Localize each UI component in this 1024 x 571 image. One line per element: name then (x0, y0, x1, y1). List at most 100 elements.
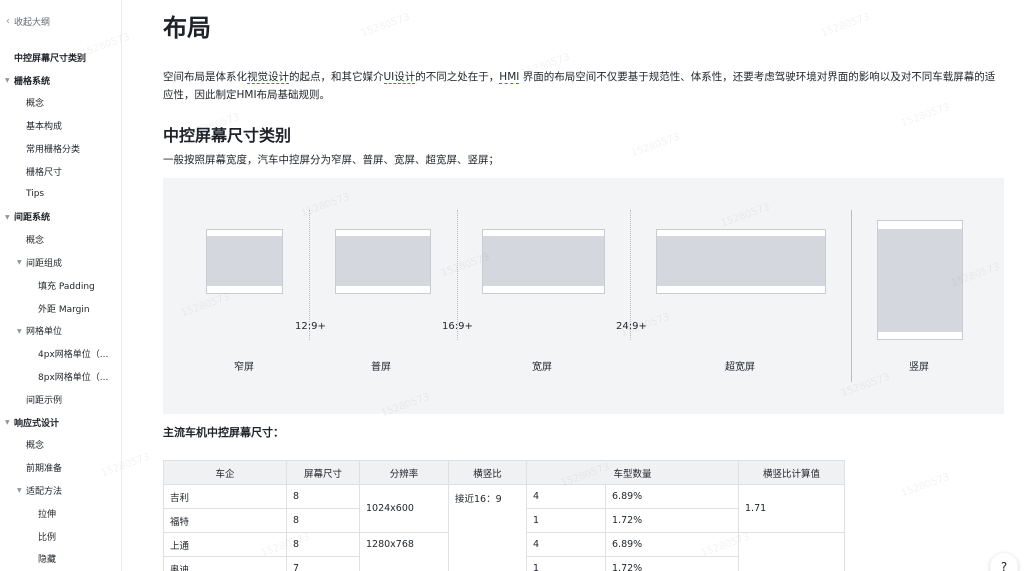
outline-item-label: 中控屏幕尺寸类别 (14, 53, 87, 64)
table-header-cell: 屏幕尺寸 (286, 460, 360, 485)
outline-item[interactable]: 间距示例 (26, 391, 62, 407)
caret-down-icon[interactable]: ▼ (17, 487, 22, 494)
question-icon: ? (1000, 560, 1008, 571)
outline-item[interactable]: 8px网格单位（... (38, 368, 108, 384)
outline-item[interactable]: 比例 (38, 528, 56, 544)
section-description: 一般按照屏幕宽度，汽车中控屏分为窄屏、普屏、宽屏、超宽屏、竖屏； (163, 154, 499, 166)
outline-item-label: 概念 (26, 99, 45, 110)
collapse-outline-label: 收起大纲 (14, 18, 51, 28)
caption-ultra-wide: 超宽屏 (725, 362, 755, 373)
help-button[interactable]: ? (990, 553, 1018, 571)
table-cell: 4 (526, 532, 606, 557)
table-cell: 上通 (163, 532, 287, 557)
outline-item[interactable]: 隐藏 (38, 551, 56, 567)
outline-item[interactable]: 基本构成 (26, 118, 62, 134)
outline-item[interactable]: 概念 (26, 95, 44, 111)
intro-text: 的起点，和其它媒介 (289, 71, 384, 83)
outline-item-label: 外距 Margin (38, 304, 90, 315)
table-cell: 1 (526, 556, 606, 571)
caret-down-icon[interactable]: ▼ (5, 77, 10, 84)
outline-item-label: Tips (26, 189, 45, 199)
watermark-text: 15280573 (899, 101, 952, 130)
caret-down-icon[interactable]: ▼ (17, 259, 22, 266)
vertical-screen-shape (877, 220, 963, 340)
table-header-cell: 分辨率 (359, 460, 449, 485)
watermark-text: 15280573 (899, 471, 952, 500)
outline-item-label: 前期准备 (26, 464, 63, 475)
outline-item[interactable]: 中控屏幕尺寸类别 (14, 49, 86, 65)
outline-item[interactable]: 外距 Margin (38, 300, 90, 316)
table-cell: 1.72% (605, 508, 739, 533)
outline-item-label: 间距示例 (26, 395, 63, 406)
caret-down-icon[interactable]: ▼ (17, 328, 22, 335)
caption-wide: 宽屏 (532, 362, 552, 373)
outline-item[interactable]: 概念 (26, 437, 44, 453)
outline-item[interactable]: 栅格尺寸 (26, 163, 62, 179)
table-cell: 1024x600 (359, 484, 449, 533)
table-heading: 主流车机中控屏幕尺寸： (163, 426, 284, 439)
outline-item[interactable]: ▼ 网格单位 (17, 323, 63, 339)
chevron-left-icon: ‹ (6, 16, 10, 27)
ratio-label: 16:9+ (442, 321, 473, 332)
caret-down-icon[interactable]: ▼ (5, 214, 10, 221)
table-cell: 8 (286, 532, 360, 557)
table-cell: 8 (286, 508, 360, 533)
term-link-visual-design[interactable]: 视觉设计 (247, 71, 289, 84)
ratio-label: 24:9+ (616, 321, 647, 332)
outline-item-label: 隐藏 (38, 555, 57, 566)
outline-item[interactable]: ▼ 间距系统 (5, 209, 50, 225)
outline-item-label: 4px网格单位（... (38, 350, 109, 361)
outline-item-label: 网格单位 (26, 327, 63, 338)
outline-item-label: 比例 (38, 532, 57, 543)
caption-narrow: 窄屏 (234, 362, 254, 373)
table-cell: 1280x768 (359, 532, 449, 571)
outline-sidebar: ‹ 收起大纲 中控屏幕尺寸类别 ▼ 栅格系统 概念 基本构成 常用栅格分类 栅格尺寸 Tips… (0, 0, 122, 571)
table-cell: 7 (286, 556, 360, 571)
ultra-wide-screen-shape (656, 229, 826, 294)
watermark-text: 15280573 (629, 131, 682, 160)
table-cell: 接近16：9 (448, 484, 527, 571)
outline-item-label: 基本构成 (26, 122, 63, 133)
outline-item[interactable]: ▼ 栅格系统 (5, 72, 50, 88)
outline-item[interactable]: ▼ 适配方法 (17, 482, 62, 498)
collapse-outline-button[interactable]: ‹ 收起大纲 (6, 15, 50, 28)
outline-item[interactable]: ▼ 间距组成 (17, 254, 62, 270)
caption-standard: 普屏 (371, 362, 391, 373)
outline-item-label: 拉伸 (38, 509, 57, 520)
outline-item-label: 响应式设计 (14, 418, 60, 429)
term-link-hmi[interactable]: HMI (499, 71, 520, 84)
table-cell: 1.71 (738, 484, 845, 533)
outline-item-label: 概念 (26, 441, 45, 452)
table-cell: 4 (526, 484, 606, 509)
table-cell: 吉利 (163, 484, 287, 509)
wide-screen-shape (482, 229, 605, 294)
narrow-screen-shape (206, 229, 283, 294)
standard-screen-shape (335, 229, 431, 294)
outline-item[interactable]: 常用栅格分类 (26, 140, 80, 156)
table-header-row: 车企 屏幕尺寸 分辨率 横竖比 车型数量 横竖比计算值 (163, 460, 845, 485)
watermark-text: 15280573 (359, 11, 412, 40)
outline-item[interactable]: ▼ 响应式设计 (5, 414, 60, 430)
table-cell: 福特 (163, 508, 287, 533)
outline-item[interactable]: Tips (26, 186, 44, 202)
outline-item-label: 概念 (26, 236, 45, 247)
screen-size-diagram: 12:9+ 16:9+ 24:9+ 窄屏 普屏 宽屏 超宽屏 竖屏 (163, 178, 1004, 414)
outline-item[interactable]: 前期准备 (26, 460, 62, 476)
table-cell: 6.89% (605, 532, 739, 557)
outline-item[interactable]: 填充 Padding (38, 277, 95, 293)
table-cell: 6.89% (605, 484, 739, 509)
intro-text: 的不同之处在于， (415, 71, 500, 83)
page-title: 布局 (163, 14, 211, 42)
caret-down-icon[interactable]: ▼ (5, 419, 10, 426)
outline-item[interactable]: 4px网格单位（... (38, 346, 108, 362)
outline-item[interactable]: 拉伸 (38, 505, 56, 521)
table-header-cell: 车型数量 (526, 460, 739, 485)
watermark-text: 15280573 (819, 11, 872, 40)
term-link-ui-design[interactable]: UI设计 (383, 71, 416, 84)
ratio-label: 12:9+ (295, 321, 326, 332)
table-cell: 1 (526, 508, 606, 533)
intro-text: 空间布局是体系化 (163, 71, 247, 83)
table-header-cell: 车企 (163, 460, 287, 485)
outline-item[interactable]: 概念 (26, 232, 44, 248)
table-cell: 1.72% (605, 556, 739, 571)
